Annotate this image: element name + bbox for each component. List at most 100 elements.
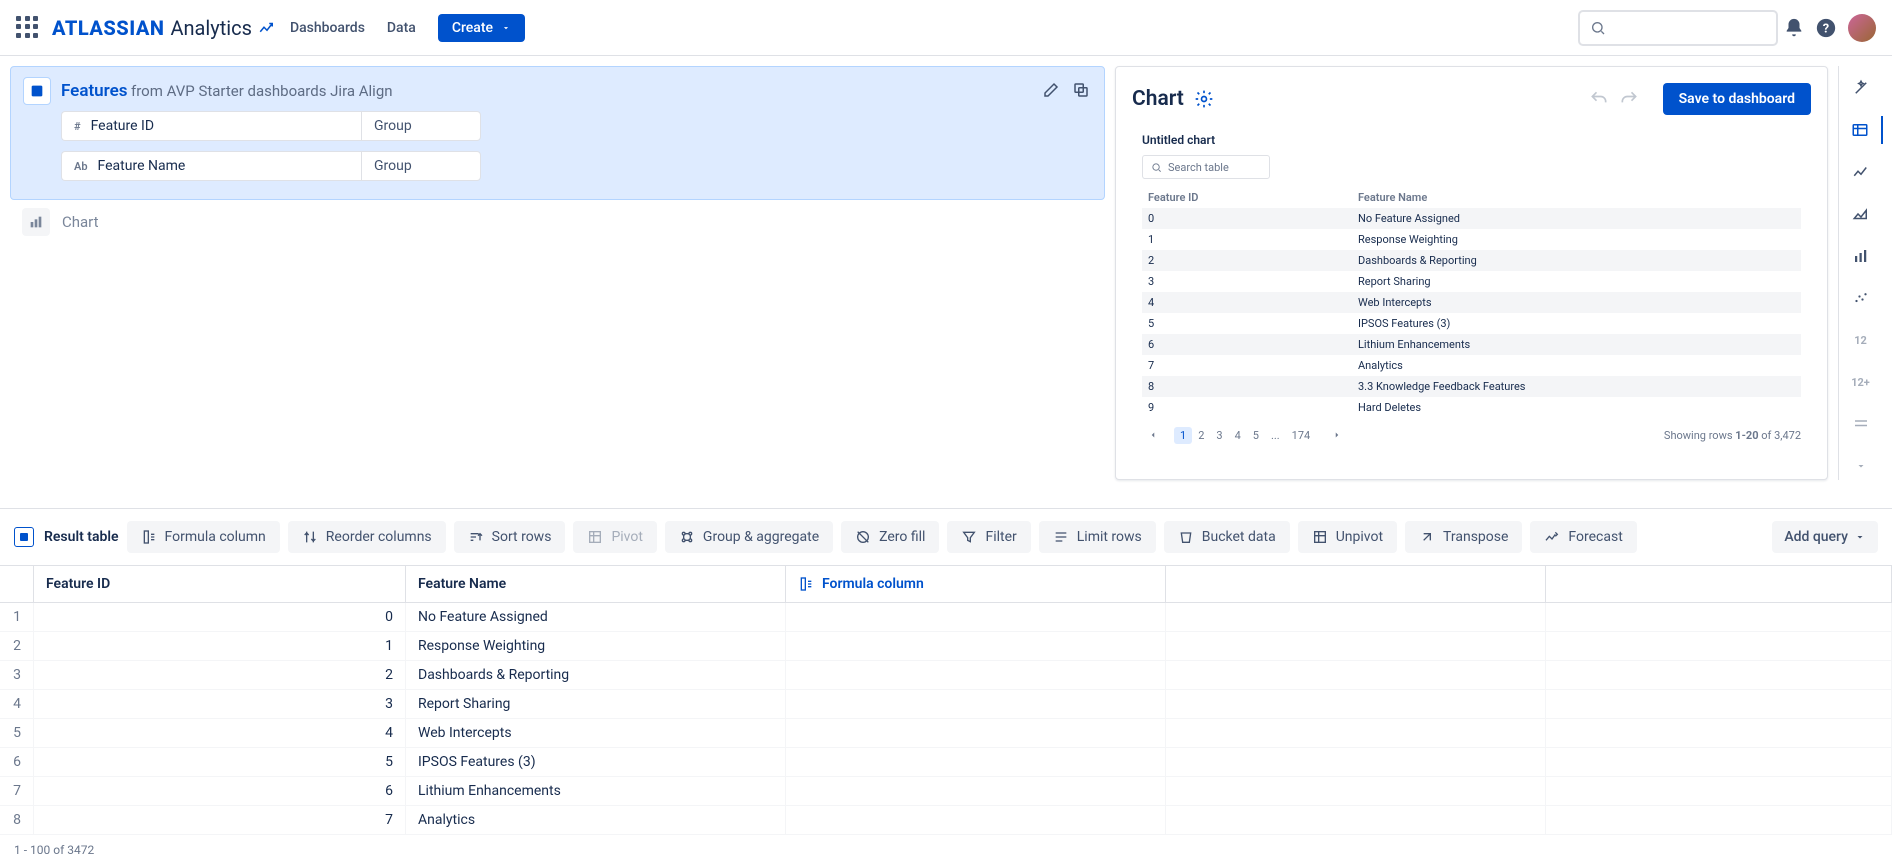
chart-step[interactable]: Chart xyxy=(10,200,1105,236)
filter-button[interactable]: Filter xyxy=(947,521,1030,553)
help-icon[interactable]: ? xyxy=(1810,12,1842,44)
col-header-empty xyxy=(1546,566,1892,602)
data-source-icon xyxy=(14,527,34,547)
column-chip[interactable]: #Feature ID xyxy=(61,111,361,141)
page-prev[interactable] xyxy=(1142,428,1164,442)
page-5[interactable]: 5 xyxy=(1247,427,1265,444)
undo-icon[interactable] xyxy=(1589,89,1609,109)
more-icon[interactable] xyxy=(1847,410,1875,438)
page-2[interactable]: 2 xyxy=(1192,427,1210,444)
limit-rows-button[interactable]: Limit rows xyxy=(1039,521,1156,553)
pivot-button: Pivot xyxy=(573,521,656,553)
col-header-empty xyxy=(1166,566,1546,602)
sort-rows-button[interactable]: Sort rows xyxy=(454,521,566,553)
search-icon xyxy=(1590,20,1606,36)
table-row: 0No Feature Assigned xyxy=(1142,208,1801,229)
table-row: 10No Feature Assigned xyxy=(0,603,1892,632)
aggregation-select[interactable]: Group xyxy=(361,111,481,141)
result-table: Feature ID Feature Name Formula column 1… xyxy=(0,565,1892,835)
area-chart-icon[interactable] xyxy=(1847,200,1875,228)
magic-icon[interactable] xyxy=(1847,74,1875,102)
zero-fill-button[interactable]: Zero fill xyxy=(841,521,939,553)
query-source: from AVP Starter dashboards Jira Align xyxy=(131,82,393,100)
table-row: 9Hard Deletes xyxy=(1142,397,1801,418)
table-row: 5IPSOS Features (3) xyxy=(1142,313,1801,334)
table-row: 6Lithium Enhancements xyxy=(1142,334,1801,355)
table-chart-icon[interactable] xyxy=(1839,116,1883,144)
page-174[interactable]: 174 xyxy=(1286,427,1317,444)
column-chip[interactable]: AbFeature Name xyxy=(61,151,361,181)
expand-icon[interactable] xyxy=(1847,452,1875,480)
pagination: 12345...174 Showing rows 1-20 of 3,472 xyxy=(1142,428,1801,442)
bar-chart-icon[interactable] xyxy=(1847,242,1875,270)
col-header-feature-name[interactable]: Feature Name xyxy=(406,566,786,602)
formula-icon xyxy=(798,576,814,592)
result-footer: 1 - 100 of 3472 xyxy=(0,835,1892,865)
line-chart-icon[interactable] xyxy=(1847,158,1875,186)
chart-settings-icon[interactable] xyxy=(1194,89,1214,109)
chart-title: Untitled chart xyxy=(1142,133,1801,147)
brand-text: ATLASSIAN xyxy=(52,16,164,40)
query-title[interactable]: Features xyxy=(61,81,128,101)
search-placeholder: Search table xyxy=(1168,161,1229,174)
redo-icon[interactable] xyxy=(1619,89,1639,109)
svg-text:?: ? xyxy=(1823,21,1829,36)
forecast-button[interactable]: Forecast xyxy=(1530,521,1636,553)
global-search-input[interactable] xyxy=(1578,10,1778,46)
page-4[interactable]: 4 xyxy=(1229,427,1247,444)
table-row: 32Dashboards & Reporting xyxy=(0,661,1892,690)
chart-heading: Chart xyxy=(1132,87,1184,111)
table-row: 3Report Sharing xyxy=(1142,271,1801,292)
app-switcher-icon[interactable] xyxy=(16,16,40,40)
search-table-input[interactable]: Search table xyxy=(1142,155,1270,179)
kpi-12-icon[interactable]: 12 xyxy=(1847,326,1875,354)
create-button[interactable]: Create xyxy=(438,14,525,42)
transform-toolbar: Result table Formula column Reorder colu… xyxy=(0,508,1892,565)
nav-data[interactable]: Data xyxy=(387,20,416,36)
table-row: 87Analytics xyxy=(0,806,1892,835)
add-query-button[interactable]: Add query xyxy=(1772,521,1878,553)
chart-step-label: Chart xyxy=(62,213,99,231)
col-header-formula[interactable]: Formula column xyxy=(786,566,1166,602)
row-number-header xyxy=(0,566,34,602)
page-1[interactable]: 1 xyxy=(1174,427,1192,444)
nav-dashboards[interactable]: Dashboards xyxy=(290,20,365,36)
create-label: Create xyxy=(452,20,493,36)
notifications-icon[interactable] xyxy=(1778,12,1810,44)
aggregation-select[interactable]: Group xyxy=(361,151,481,181)
table-row: 83.3 Knowledge Feedback Features xyxy=(1142,376,1801,397)
col-feature-name: Feature Name xyxy=(1352,187,1801,208)
formula-column-button[interactable]: Formula column xyxy=(127,521,280,553)
product-logo[interactable]: ATLASSIAN Analytics xyxy=(52,16,276,40)
table-row: 4Web Intercepts xyxy=(1142,292,1801,313)
copy-icon[interactable] xyxy=(1072,81,1090,99)
analytics-icon xyxy=(258,19,276,37)
table-row: 76Lithium Enhancements xyxy=(0,777,1892,806)
chart-panel: Chart Save to dashboard Untitled chart S… xyxy=(1115,66,1828,480)
chart-type-rail: 12 12+ xyxy=(1838,66,1882,480)
kpi-12plus-icon[interactable]: 12+ xyxy=(1847,368,1875,396)
table-row: 7Analytics xyxy=(1142,355,1801,376)
chart-preview-table: Feature ID Feature Name 0No Feature Assi… xyxy=(1142,187,1801,418)
page-...[interactable]: ... xyxy=(1265,427,1286,444)
page-next[interactable] xyxy=(1326,428,1348,442)
bucket-data-button[interactable]: Bucket data xyxy=(1164,521,1290,553)
reorder-columns-button[interactable]: Reorder columns xyxy=(288,521,446,553)
chevron-down-icon xyxy=(501,23,511,33)
product-name: Analytics xyxy=(170,16,252,40)
row-status: Showing rows 1-20 of 3,472 xyxy=(1664,429,1801,442)
group-aggregate-button[interactable]: Group & aggregate xyxy=(665,521,833,553)
table-row: 2Dashboards & Reporting xyxy=(1142,250,1801,271)
transpose-button[interactable]: Transpose xyxy=(1405,521,1522,553)
table-row: 21Response Weighting xyxy=(0,632,1892,661)
edit-icon[interactable] xyxy=(1042,81,1060,99)
table-row: 65IPSOS Features (3) xyxy=(0,748,1892,777)
save-to-dashboard-button[interactable]: Save to dashboard xyxy=(1663,83,1811,115)
unpivot-button[interactable]: Unpivot xyxy=(1298,521,1397,553)
col-header-feature-id[interactable]: Feature ID xyxy=(34,566,406,602)
scatter-chart-icon[interactable] xyxy=(1847,284,1875,312)
user-avatar[interactable] xyxy=(1848,14,1876,42)
col-feature-id: Feature ID xyxy=(1142,187,1352,208)
page-3[interactable]: 3 xyxy=(1210,427,1228,444)
result-table-tab[interactable]: Result table xyxy=(14,527,119,547)
